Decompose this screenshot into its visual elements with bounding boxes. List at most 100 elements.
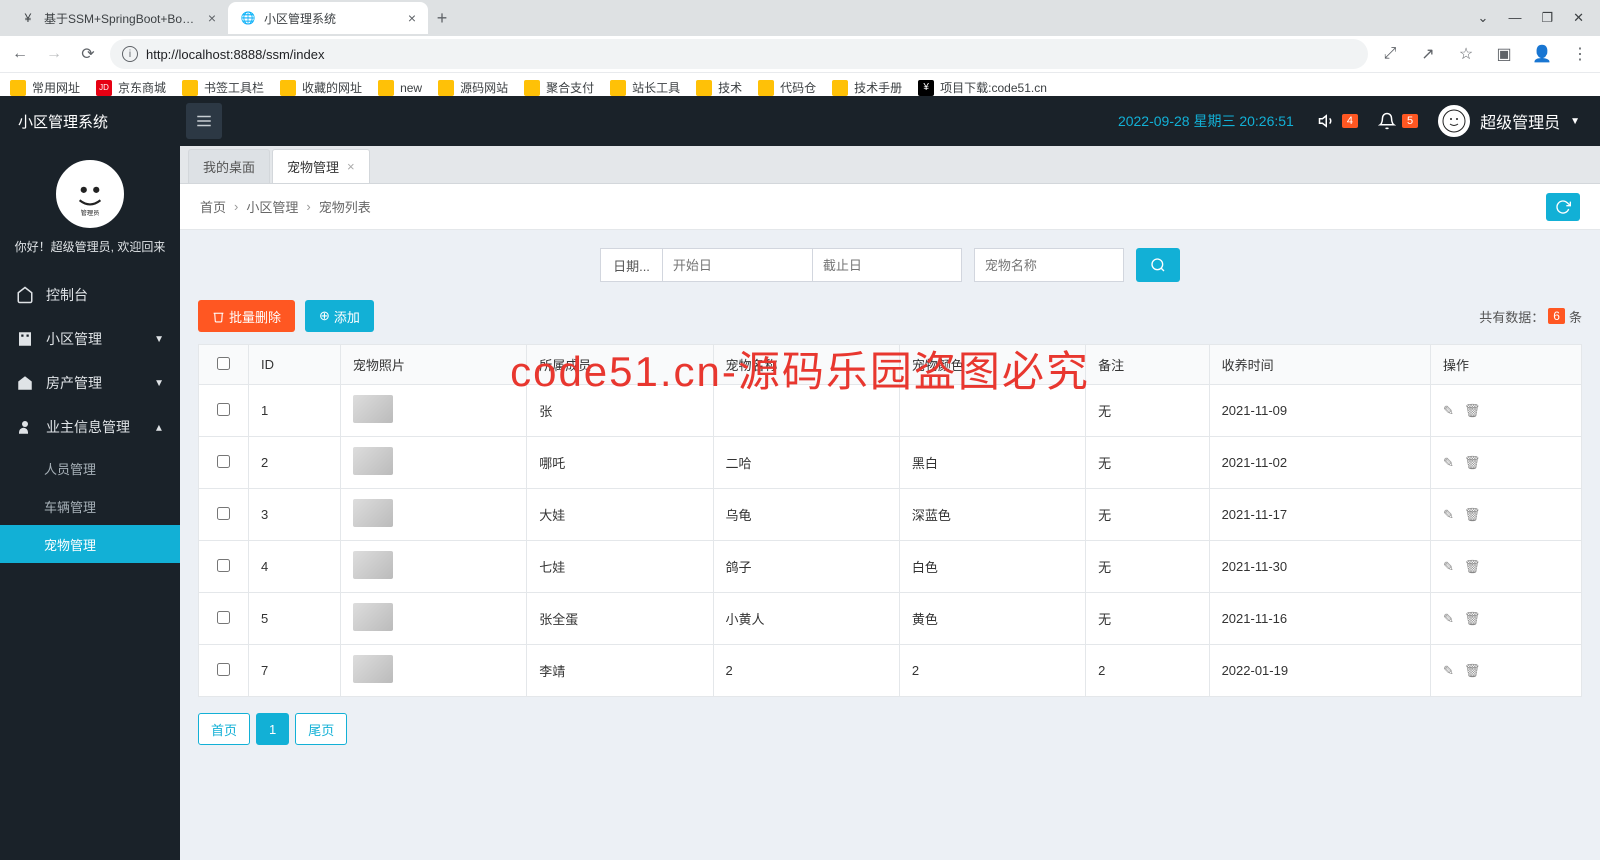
- edit-icon[interactable]: ✎: [1443, 611, 1454, 627]
- maximize-icon[interactable]: ❐: [1541, 10, 1553, 26]
- bookmark-item[interactable]: 技术手册: [832, 79, 902, 96]
- row-checkbox[interactable]: [217, 455, 230, 468]
- folder-icon: [610, 80, 626, 96]
- edit-icon[interactable]: ✎: [1443, 663, 1454, 679]
- delete-icon[interactable]: 🗑: [1464, 455, 1481, 471]
- sidebar-item-业主信息管理[interactable]: 业主信息管理▼: [0, 405, 180, 449]
- pet-thumbnail: [353, 499, 393, 527]
- user-menu[interactable]: 超级管理员 ▼: [1438, 105, 1580, 137]
- star-icon[interactable]: ☆: [1454, 42, 1478, 66]
- extensions-icon[interactable]: ▣: [1492, 42, 1516, 66]
- share-icon[interactable]: ↗: [1416, 42, 1440, 66]
- close-window-icon[interactable]: ✕: [1573, 10, 1584, 26]
- pet-name-input[interactable]: [974, 248, 1124, 282]
- sidebar-item-小区管理[interactable]: 小区管理▼: [0, 317, 180, 361]
- col-header: 备注: [1086, 345, 1209, 385]
- batch-delete-button[interactable]: 批量删除: [198, 300, 295, 332]
- reload-icon[interactable]: ⟳: [76, 42, 100, 66]
- cell-member: 李靖: [527, 645, 713, 697]
- sound-notifications[interactable]: 4: [1318, 112, 1358, 130]
- caret-down-icon[interactable]: ⌄: [1478, 10, 1489, 26]
- col-header: 宠物名称: [713, 345, 899, 385]
- tab-close-icon[interactable]: ×: [408, 10, 416, 26]
- sidebar-item-房产管理[interactable]: 房产管理▼: [0, 361, 180, 405]
- delete-icon[interactable]: 🗑: [1464, 663, 1481, 679]
- bookmark-item[interactable]: 技术: [696, 79, 742, 96]
- new-tab-button[interactable]: +: [428, 4, 456, 32]
- cell-color: 白色: [899, 541, 1085, 593]
- start-date-input[interactable]: [662, 248, 812, 282]
- search-icon[interactable]: ⤢: [1378, 42, 1402, 66]
- bookmark-item[interactable]: 聚合支付: [524, 79, 594, 96]
- bookmark-item[interactable]: JD京东商城: [96, 79, 166, 96]
- first-page-button[interactable]: 首页: [198, 713, 250, 745]
- cell-actions: ✎🗑: [1430, 437, 1581, 489]
- page-1-button[interactable]: 1: [256, 713, 289, 745]
- hamburger-button[interactable]: [186, 103, 222, 139]
- menu-label: 控制台: [46, 285, 88, 305]
- table-row: 1张无2021-11-09✎🗑: [199, 385, 1582, 437]
- crumb-home[interactable]: 首页: [200, 197, 226, 216]
- row-checkbox[interactable]: [217, 663, 230, 676]
- sidebar-item-控制台[interactable]: 控制台: [0, 273, 180, 317]
- minimize-icon[interactable]: —: [1508, 10, 1521, 26]
- row-checkbox[interactable]: [217, 559, 230, 572]
- bookmark-item[interactable]: 站长工具: [610, 79, 680, 96]
- bookmark-item[interactable]: ¥项目下载:code51.cn: [918, 79, 1047, 96]
- caret-down-icon: ▼: [1570, 116, 1580, 127]
- row-checkbox[interactable]: [217, 507, 230, 520]
- delete-icon[interactable]: 🗑: [1464, 611, 1481, 627]
- crumb-section[interactable]: 小区管理: [246, 197, 298, 216]
- edit-icon[interactable]: ✎: [1443, 403, 1454, 419]
- address-bar: ← → ⟳ i http://localhost:8888/ssm/index …: [0, 36, 1600, 72]
- col-header: 宠物颜色: [899, 345, 1085, 385]
- browser-tabs-row: ¥ 基于SSM+SpringBoot+BootSt × 🌐 小区管理系统 × +…: [0, 0, 1600, 36]
- bell-notifications[interactable]: 5: [1378, 112, 1418, 130]
- back-icon[interactable]: ←: [8, 42, 32, 66]
- submenu-item-车辆管理[interactable]: 车辆管理: [0, 487, 180, 525]
- trash-icon: [212, 310, 225, 323]
- delete-icon[interactable]: 🗑: [1464, 559, 1481, 575]
- tab-close-icon[interactable]: ×: [208, 10, 216, 26]
- bookmark-item[interactable]: new: [378, 80, 422, 96]
- page-tab-我的桌面[interactable]: 我的桌面: [188, 149, 270, 183]
- submenu-item-人员管理[interactable]: 人员管理: [0, 449, 180, 487]
- close-icon[interactable]: ×: [347, 159, 355, 174]
- delete-icon[interactable]: 🗑: [1464, 403, 1481, 419]
- url-input[interactable]: i http://localhost:8888/ssm/index: [110, 39, 1368, 69]
- page-tab-宠物管理[interactable]: 宠物管理×: [272, 149, 370, 183]
- row-checkbox[interactable]: [217, 403, 230, 416]
- bookmark-item[interactable]: 书签工具栏: [182, 79, 264, 96]
- edit-icon[interactable]: ✎: [1443, 559, 1454, 575]
- bookmark-item[interactable]: 收藏的网址: [280, 79, 362, 96]
- chevron-down-icon: ▼: [154, 378, 164, 389]
- search-button[interactable]: [1136, 248, 1180, 282]
- bookmark-item[interactable]: 常用网址: [10, 79, 80, 96]
- edit-icon[interactable]: ✎: [1443, 507, 1454, 523]
- delete-icon[interactable]: 🗑: [1464, 507, 1481, 523]
- cell-member: 张: [527, 385, 713, 437]
- forward-icon[interactable]: →: [42, 42, 66, 66]
- browser-tab-ssm[interactable]: ¥ 基于SSM+SpringBoot+BootSt ×: [8, 2, 228, 34]
- site-info-icon[interactable]: i: [122, 46, 138, 62]
- delete-label: 批量删除: [229, 307, 281, 326]
- bookmark-item[interactable]: 代码仓: [758, 79, 816, 96]
- chevron-down-icon: ▼: [154, 334, 164, 345]
- col-header: [199, 345, 249, 385]
- profile-icon[interactable]: 👤: [1530, 42, 1554, 66]
- cell-color: 黑白: [899, 437, 1085, 489]
- browser-tab-app[interactable]: 🌐 小区管理系统 ×: [228, 2, 428, 34]
- content-area: 我的桌面宠物管理× 首页 › 小区管理 › 宠物列表 日期...: [180, 146, 1600, 860]
- row-checkbox[interactable]: [217, 611, 230, 624]
- folder-icon: [696, 80, 712, 96]
- menu-icon[interactable]: ⋮: [1568, 42, 1592, 66]
- add-button[interactable]: ⊕ 添加: [305, 300, 374, 332]
- edit-icon[interactable]: ✎: [1443, 455, 1454, 471]
- end-date-input[interactable]: [812, 248, 962, 282]
- cell-remark: 2: [1086, 645, 1209, 697]
- refresh-button[interactable]: [1546, 193, 1580, 221]
- submenu-item-宠物管理[interactable]: 宠物管理: [0, 525, 180, 563]
- bookmark-item[interactable]: 源码网站: [438, 79, 508, 96]
- last-page-button[interactable]: 尾页: [295, 713, 347, 745]
- select-all-checkbox[interactable]: [217, 357, 230, 370]
